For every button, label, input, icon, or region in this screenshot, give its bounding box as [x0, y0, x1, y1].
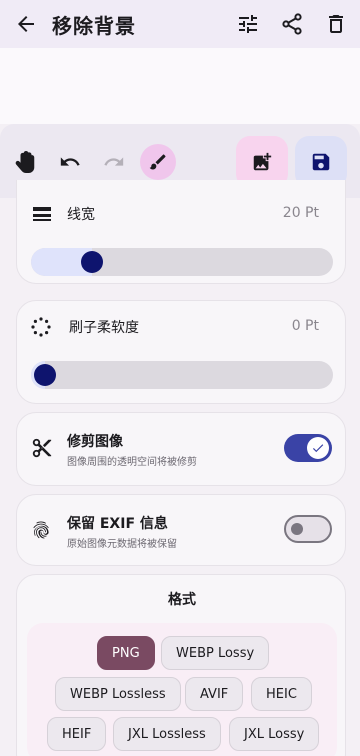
page-title: 移除背景 [52, 14, 136, 38]
keep-exif-label: 保留 EXIF 信息 [67, 516, 168, 532]
toggle-knob [307, 437, 329, 459]
format-chip-webp-lossy[interactable]: WEBP Lossy [161, 636, 270, 670]
tune-icon[interactable] [236, 12, 260, 36]
format-chip-jxl-lossless[interactable]: JXL Lossless [113, 717, 221, 751]
slider-thumb[interactable] [31, 361, 59, 389]
back-arrow-icon[interactable] [14, 12, 38, 36]
add-image-icon [251, 151, 273, 173]
toggle-knob [291, 523, 303, 535]
brush-softness-card: 刷子柔软度 0 Pt [16, 300, 346, 404]
fingerprint-icon [31, 519, 51, 541]
format-chip-png[interactable]: PNG [97, 636, 155, 670]
delete-icon[interactable] [324, 12, 348, 36]
keep-exif-toggle[interactable] [284, 515, 332, 543]
image-preview[interactable] [0, 48, 360, 124]
save-icon [310, 151, 332, 173]
scissors-icon [31, 437, 53, 459]
trim-image-card[interactable]: 修剪图像 图像周围的透明空间将被修剪 [16, 412, 346, 486]
format-chip-avif[interactable]: AVIF [185, 677, 244, 711]
format-chip-webp-lossless[interactable]: WEBP Lossless [55, 677, 181, 711]
line-width-card: 线宽 20 Pt [16, 180, 346, 284]
check-icon [311, 441, 325, 455]
line-width-slider[interactable] [31, 248, 333, 276]
share-icon[interactable] [280, 12, 304, 36]
trim-image-label: 修剪图像 [67, 434, 123, 450]
blur-icon [31, 317, 51, 337]
keep-exif-description: 原始图像元数据将被保留 [67, 539, 177, 550]
line-width-value: 20 Pt [282, 205, 319, 221]
slider-thumb[interactable] [77, 248, 106, 276]
keep-exif-card[interactable]: 保留 EXIF 信息 原始图像元数据将被保留 [16, 494, 346, 566]
undo-icon[interactable] [52, 144, 88, 180]
brush-softness-value: 0 Pt [291, 318, 319, 334]
format-title: 格式 [168, 592, 196, 608]
format-chip-heif[interactable]: HEIF [47, 717, 107, 751]
format-card: 格式 PNG WEBP Lossy WEBP Lossless AVIF HEI… [16, 574, 346, 756]
brush-softness-label: 刷子柔软度 [69, 320, 139, 336]
redo-icon[interactable] [96, 144, 132, 180]
format-options: PNG WEBP Lossy WEBP Lossless AVIF HEIC H… [27, 623, 337, 756]
brush-softness-slider[interactable] [31, 361, 333, 389]
line-weight-icon [33, 206, 51, 222]
trim-image-description: 图像周围的透明空间将被修剪 [67, 457, 197, 468]
hand-icon[interactable] [8, 144, 44, 180]
top-app-bar: 移除背景 [0, 0, 360, 48]
brush-icon[interactable] [140, 144, 176, 180]
format-chip-heic[interactable]: HEIC [251, 677, 312, 711]
line-width-label: 线宽 [67, 207, 95, 223]
trim-image-toggle[interactable] [284, 434, 332, 462]
format-chip-jxl-lossy[interactable]: JXL Lossy [229, 717, 320, 751]
